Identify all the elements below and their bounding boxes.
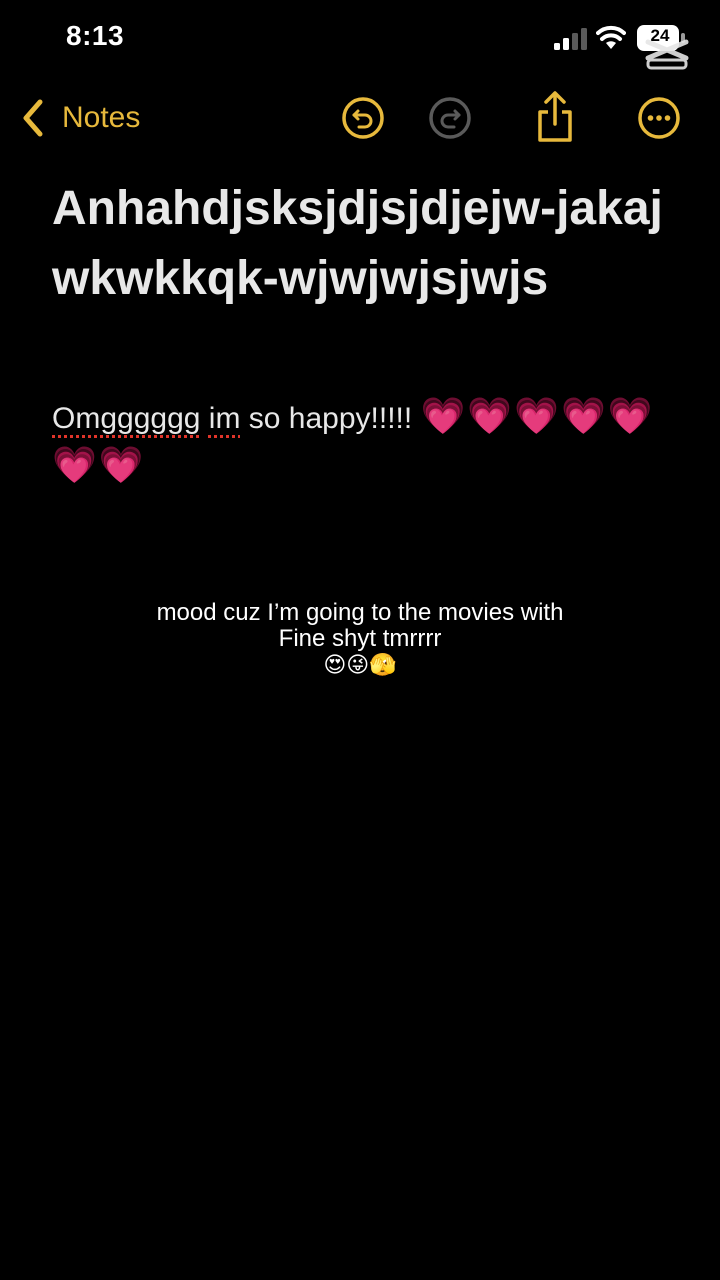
share-icon [538,91,572,142]
redo-icon [429,97,471,139]
more-icon [638,97,680,139]
misspelled-word[interactable]: im [209,402,241,435]
status-time: 8:13 [66,20,125,51]
caption-line-2: Fine shyt tmrrrr [278,625,442,652]
note-title[interactable]: Anhahdjsksjdjsjdjejw-jakajwkwkkqk-wjwjwj… [52,174,672,314]
signal-icon [554,28,587,50]
back-label: Notes [62,101,141,134]
note-body-text: so happy!!!!! [240,402,413,435]
wifi-icon [596,25,626,49]
capcut-watermark-icon [645,39,689,70]
notes-toolbar: Notes [0,86,720,150]
caption-emojis: 😍😜🫣 [323,652,397,677]
video-caption: mood cuz I’m going to the movies with Fi… [60,600,660,678]
share-button[interactable] [531,90,579,146]
undo-button[interactable] [339,94,387,142]
more-button[interactable] [635,94,683,142]
notes-screen: 8:13 24 Notes Anhahdjsksjdjsjdjejw-jakaj… [0,0,720,1280]
note-body[interactable]: Omgggggg im so happy!!!!! 💗💗💗💗💗💗💗 [52,393,672,491]
chevron-left-icon [23,99,43,137]
back-button[interactable]: Notes [20,94,140,142]
caption-line-1: mood cuz I’m going to the movies with [156,599,564,626]
undo-icon [342,97,384,139]
redo-button[interactable] [426,94,474,142]
misspelled-word[interactable]: Omgggggg [52,402,200,435]
status-bar: 8:13 24 [0,0,720,72]
